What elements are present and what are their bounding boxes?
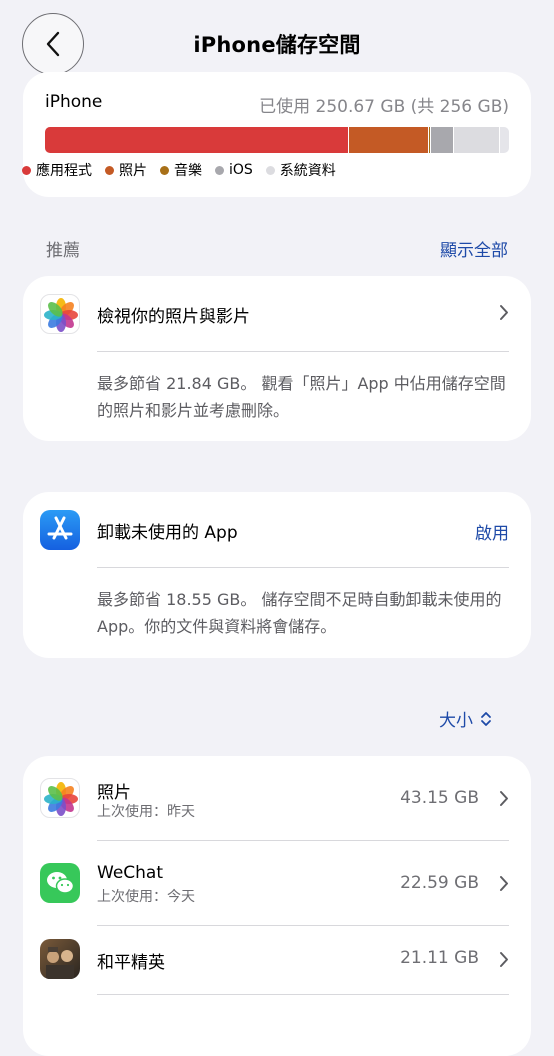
legend-item: 音樂	[160, 160, 202, 180]
app-name: WeChat	[97, 863, 163, 883]
app-name: 和平精英	[97, 953, 165, 973]
recommendation-offload-apps: 卸載未使用的 App 啟用 最多節省 18.55 GB。 儲存空間不足時自動卸載…	[23, 492, 531, 658]
chevron-right-icon	[500, 305, 508, 320]
legend-label: 照片	[119, 163, 147, 179]
chevron-right-icon	[500, 952, 508, 967]
legend-item: 系統資料	[265, 160, 336, 180]
divider	[97, 567, 509, 568]
legend-dot	[105, 165, 114, 175]
app-name: 照片	[97, 783, 131, 803]
legend-label: iOS	[229, 162, 253, 178]
storage-segment	[431, 127, 454, 153]
legend-label: 應用程式	[36, 163, 92, 179]
legend-label: 音樂	[174, 163, 202, 179]
storage-segment	[45, 127, 350, 153]
legend-dot	[160, 165, 169, 175]
apps-list: 照片 上次使用：昨天 43.15 GB WeChat 上次使用：今天 22.59…	[23, 756, 531, 1056]
app-row-photos[interactable]: 照片 上次使用：昨天 43.15 GB	[23, 756, 531, 841]
app-last-used: 上次使用：今天	[97, 889, 195, 905]
enable-button[interactable]: 啟用	[475, 519, 509, 544]
chevron-right-icon	[500, 876, 508, 891]
legend-dot	[265, 165, 275, 175]
recommendation-title: 卸載未使用的 App	[97, 523, 238, 543]
app-size: 22.59 GB	[400, 873, 479, 893]
recommendation-description: 最多節省 18.55 GB。 儲存空間不足時自動卸載未使用的 App。你的文件與…	[97, 590, 502, 636]
chevron-up-down-icon	[481, 711, 491, 726]
app-store-icon	[40, 510, 80, 550]
divider	[97, 994, 509, 995]
storage-legend: 應用程式 照片 音樂 iOS 系統資料	[22, 160, 349, 180]
wechat-icon	[40, 863, 80, 903]
app-size: 43.15 GB	[400, 788, 479, 808]
photos-icon	[40, 778, 80, 818]
storage-used-text: 已使用 250.67 GB (共 256 GB)	[259, 97, 509, 117]
device-name: iPhone	[45, 92, 103, 112]
app-row-peace-elite[interactable]: 和平精英 21.11 GB	[23, 926, 531, 1011]
game-icon	[40, 939, 80, 979]
recommendation-description: 最多節省 21.84 GB。 觀看「照片」App 中佔用儲存空間的照片和影片並考…	[97, 374, 506, 420]
app-last-used: 上次使用：昨天	[97, 804, 195, 820]
sort-label: 大小	[439, 711, 473, 731]
show-all-link[interactable]: 顯示全部	[440, 236, 508, 261]
recommendation-title: 檢視你的照片與影片	[97, 307, 250, 327]
legend-item: 照片	[105, 160, 147, 180]
divider	[97, 351, 509, 352]
chevron-right-icon	[500, 791, 508, 806]
legend-dot	[22, 165, 31, 175]
page-title: iPhone儲存空間	[193, 33, 361, 57]
storage-usage-bar	[45, 127, 509, 153]
storage-segment	[453, 127, 500, 153]
recommendations-label: 推薦	[46, 241, 80, 261]
legend-item: iOS	[215, 162, 253, 178]
legend-item: 應用程式	[22, 160, 92, 180]
recommendation-review-photos[interactable]: 檢視你的照片與影片 最多節省 21.84 GB。 觀看「照片」App 中佔用儲存…	[23, 276, 531, 441]
legend-dot	[215, 165, 224, 175]
storage-segment	[349, 127, 430, 153]
photos-icon	[40, 294, 80, 334]
sort-button[interactable]: 大小	[439, 706, 492, 731]
app-size: 21.11 GB	[400, 948, 479, 968]
legend-label: 系統資料	[279, 163, 336, 179]
app-row-wechat[interactable]: WeChat 上次使用：今天 22.59 GB	[23, 841, 531, 926]
